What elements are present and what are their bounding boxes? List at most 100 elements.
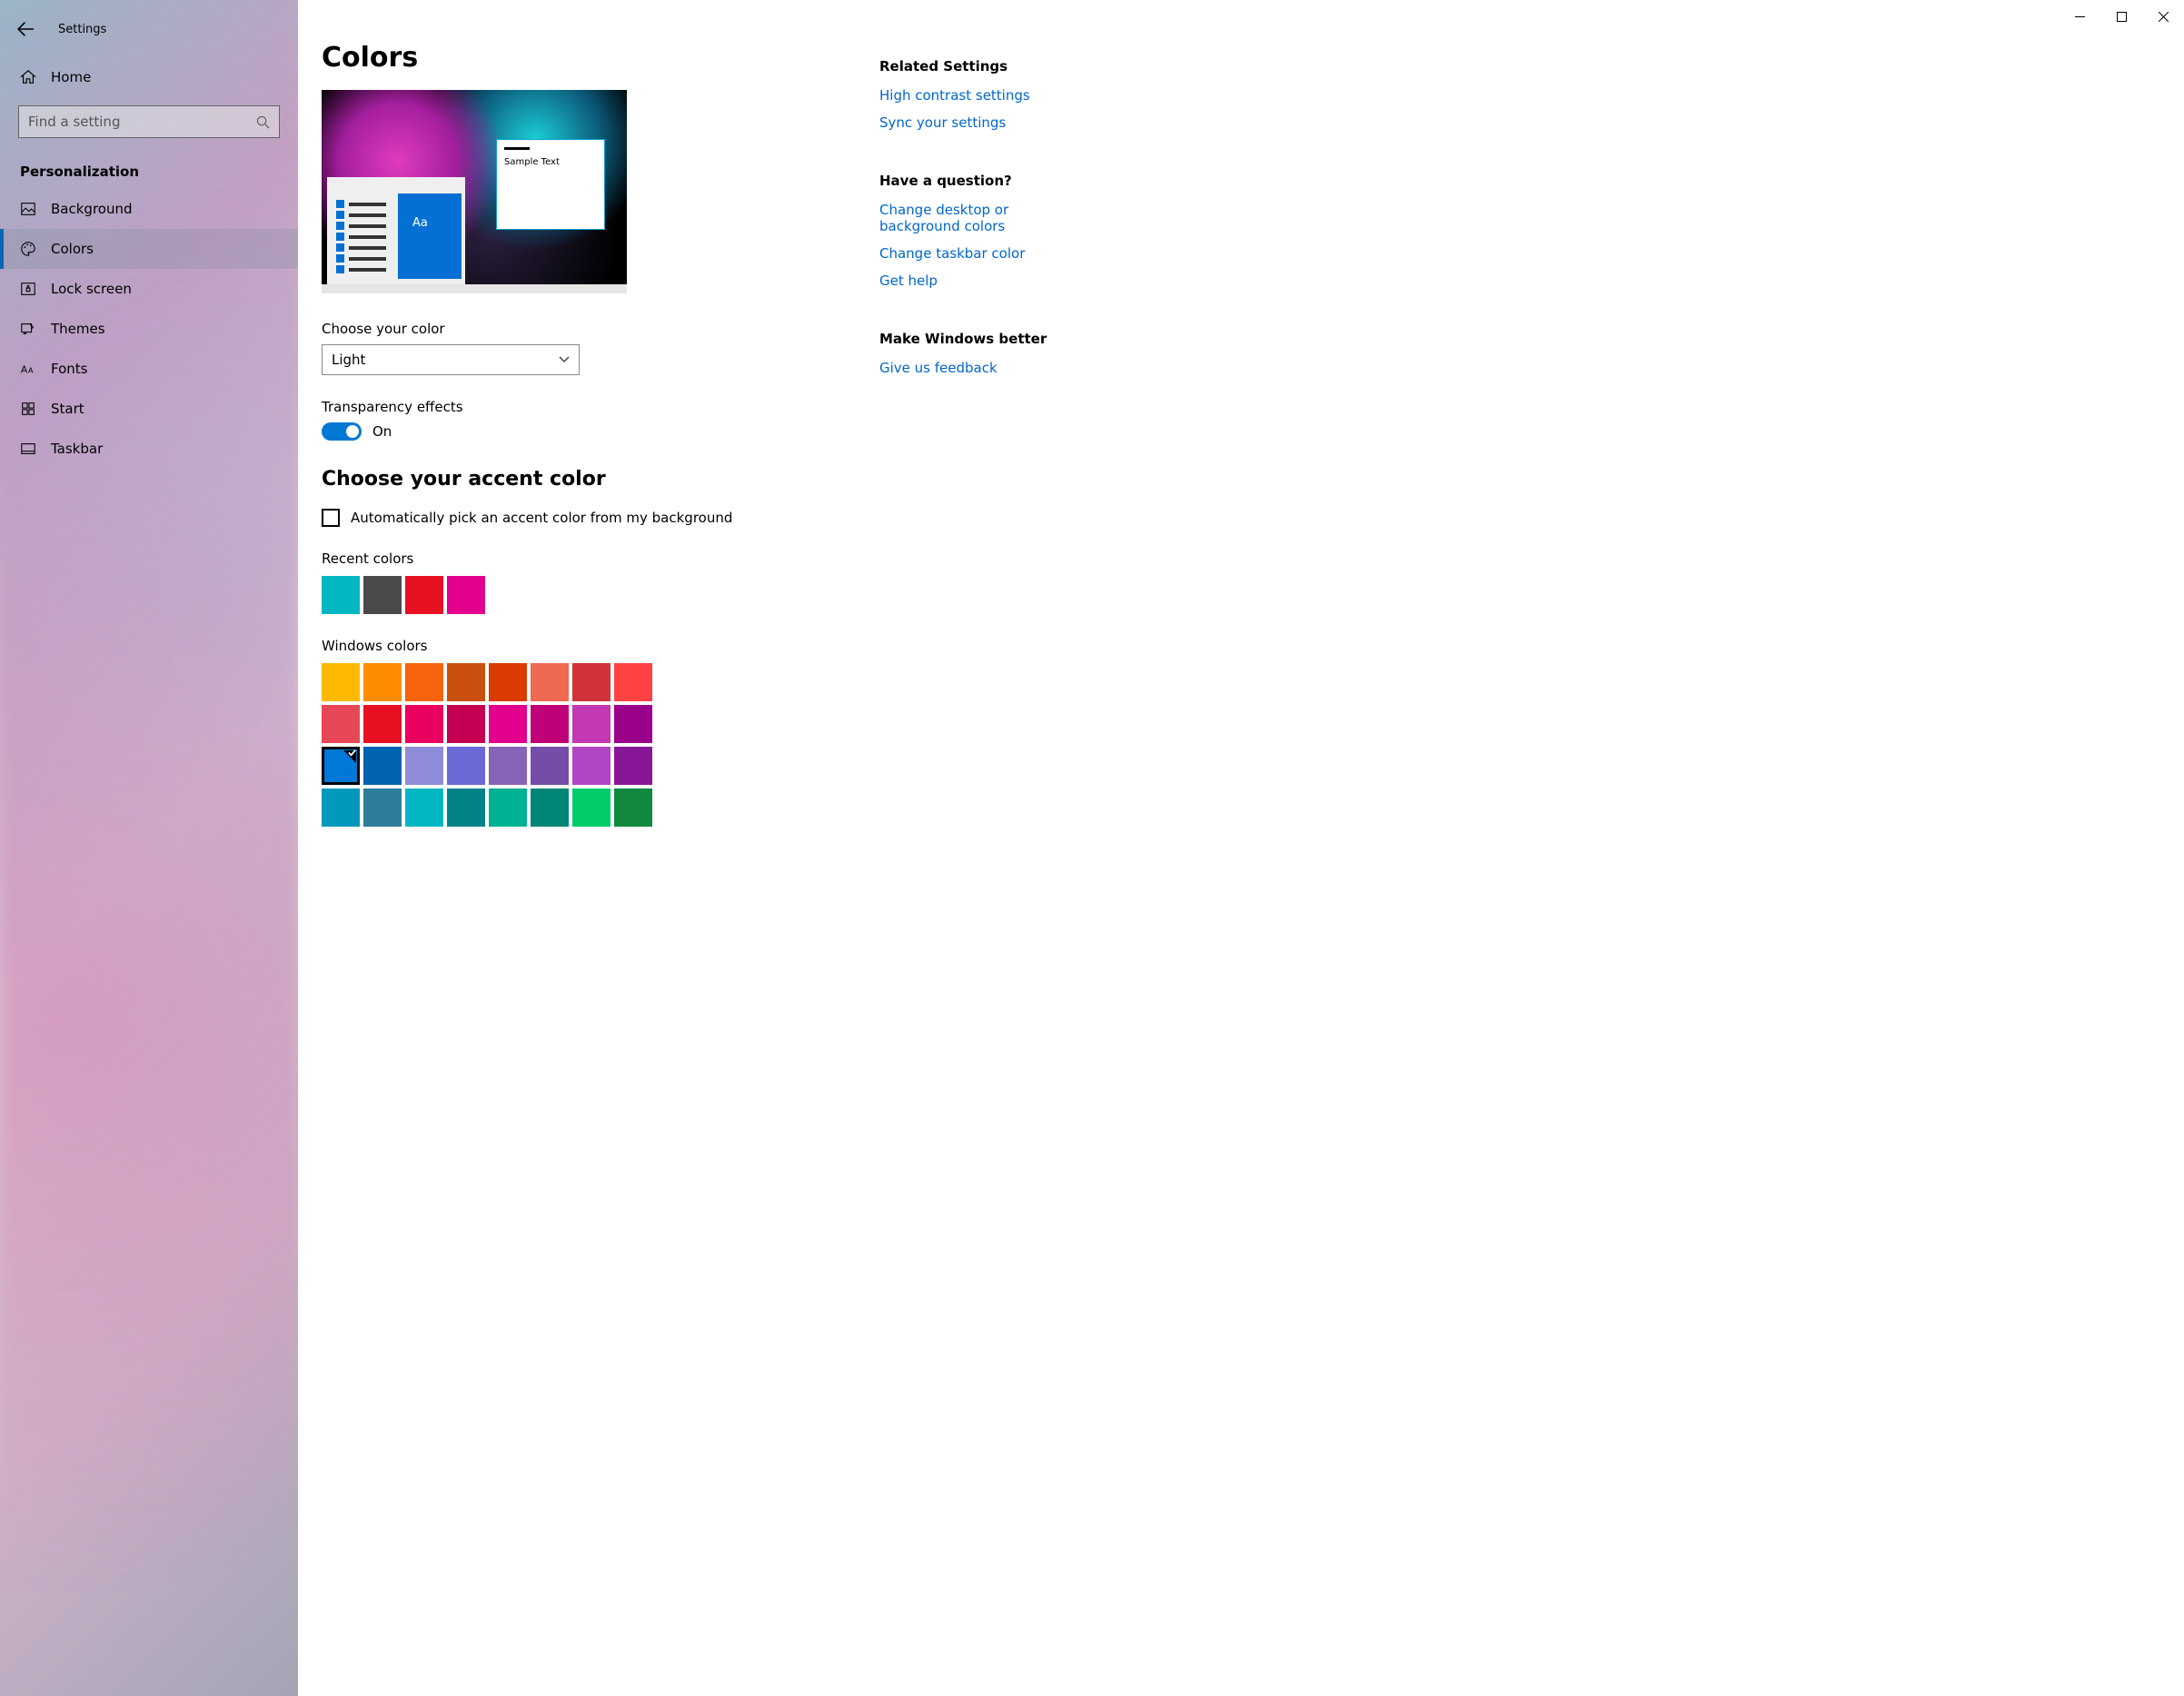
color-swatch[interactable] bbox=[614, 663, 652, 701]
choose-color-dropdown[interactable]: Light bbox=[322, 344, 580, 375]
color-swatch[interactable] bbox=[489, 705, 527, 743]
color-swatch[interactable] bbox=[405, 747, 443, 785]
preview-tiles bbox=[398, 193, 462, 279]
recent-colors-label: Recent colors bbox=[322, 550, 852, 567]
color-swatch[interactable] bbox=[572, 705, 611, 743]
color-swatch[interactable] bbox=[363, 788, 402, 827]
sidebar-item-label: Lock screen bbox=[51, 281, 132, 297]
themes-icon bbox=[20, 321, 36, 337]
sidebar: Settings Home Personalization Background… bbox=[0, 0, 298, 1696]
link-change-desktop-colors[interactable]: Change desktop or background colors bbox=[879, 202, 1088, 234]
color-swatch[interactable] bbox=[572, 663, 611, 701]
maximize-button[interactable] bbox=[2100, 0, 2142, 33]
sidebar-item-background[interactable]: Background bbox=[0, 189, 298, 229]
sidebar-item-label: Taskbar bbox=[51, 441, 103, 457]
back-button[interactable] bbox=[13, 16, 38, 42]
color-swatch[interactable] bbox=[447, 576, 485, 614]
main: Colors Sample Text Aa Choose your color … bbox=[298, 0, 2184, 1696]
color-swatch[interactable] bbox=[405, 663, 443, 701]
color-swatch[interactable] bbox=[531, 663, 569, 701]
sidebar-home-label: Home bbox=[51, 69, 91, 85]
search-input[interactable] bbox=[28, 114, 256, 130]
sidebar-item-colors[interactable]: Colors bbox=[0, 229, 298, 269]
sidebar-home[interactable]: Home bbox=[0, 58, 298, 96]
sidebar-item-label: Colors bbox=[51, 241, 94, 257]
svg-text:A: A bbox=[21, 364, 28, 376]
link-high-contrast[interactable]: High contrast settings bbox=[879, 87, 1088, 104]
windows-colors-grid bbox=[322, 663, 667, 827]
lockscreen-icon bbox=[20, 281, 36, 297]
color-swatch[interactable] bbox=[405, 576, 443, 614]
preview-aa: Aa bbox=[412, 216, 428, 230]
auto-accent-label: Automatically pick an accent color from … bbox=[351, 510, 732, 526]
feedback-heading: Make Windows better bbox=[879, 331, 2157, 347]
choose-color-label: Choose your color bbox=[322, 321, 852, 337]
color-swatch[interactable] bbox=[363, 663, 402, 701]
fonts-icon: AA bbox=[20, 361, 36, 377]
color-swatch[interactable] bbox=[322, 788, 360, 827]
color-swatch[interactable] bbox=[572, 747, 611, 785]
sidebar-item-fonts[interactable]: AA Fonts bbox=[0, 349, 298, 389]
minimize-icon bbox=[2075, 12, 2085, 22]
color-swatch[interactable] bbox=[447, 788, 485, 827]
close-button[interactable] bbox=[2142, 0, 2184, 33]
color-swatch[interactable] bbox=[447, 747, 485, 785]
sidebar-item-themes[interactable]: Themes bbox=[0, 309, 298, 349]
check-icon bbox=[347, 748, 357, 758]
color-swatch[interactable] bbox=[322, 747, 360, 785]
color-swatch[interactable] bbox=[405, 788, 443, 827]
color-preview: Sample Text Aa bbox=[322, 90, 627, 293]
link-sync-settings[interactable]: Sync your settings bbox=[879, 114, 1088, 131]
minimize-button[interactable] bbox=[2059, 0, 2100, 33]
color-swatch[interactable] bbox=[489, 788, 527, 827]
transparency-toggle[interactable] bbox=[322, 422, 362, 441]
sidebar-item-label: Themes bbox=[51, 321, 105, 337]
app-title: Settings bbox=[58, 23, 106, 36]
recent-colors-grid bbox=[322, 576, 685, 614]
search-box[interactable] bbox=[18, 105, 280, 138]
link-give-feedback[interactable]: Give us feedback bbox=[879, 360, 1088, 376]
start-icon bbox=[20, 401, 36, 417]
color-swatch[interactable] bbox=[531, 747, 569, 785]
palette-icon bbox=[20, 241, 36, 257]
page-title: Colors bbox=[322, 42, 852, 74]
color-swatch[interactable] bbox=[363, 747, 402, 785]
question-heading: Have a question? bbox=[879, 173, 2157, 189]
windows-colors-label: Windows colors bbox=[322, 638, 852, 654]
color-swatch[interactable] bbox=[614, 705, 652, 743]
search-icon bbox=[256, 115, 270, 129]
color-swatch[interactable] bbox=[322, 576, 360, 614]
sidebar-item-taskbar[interactable]: Taskbar bbox=[0, 429, 298, 469]
sidebar-item-label: Fonts bbox=[51, 361, 87, 377]
color-swatch[interactable] bbox=[489, 747, 527, 785]
sidebar-item-start[interactable]: Start bbox=[0, 389, 298, 429]
preview-taskbar bbox=[322, 284, 627, 293]
link-change-taskbar-color[interactable]: Change taskbar color bbox=[879, 245, 1088, 262]
color-swatch[interactable] bbox=[614, 747, 652, 785]
color-swatch[interactable] bbox=[531, 788, 569, 827]
color-swatch[interactable] bbox=[489, 663, 527, 701]
color-swatch[interactable] bbox=[531, 705, 569, 743]
color-swatch[interactable] bbox=[322, 663, 360, 701]
color-swatch[interactable] bbox=[572, 788, 611, 827]
preview-sample-text: Sample Text bbox=[504, 157, 604, 167]
chevron-down-icon bbox=[559, 354, 570, 365]
svg-text:A: A bbox=[28, 366, 34, 375]
related-settings-heading: Related Settings bbox=[879, 58, 2157, 74]
sidebar-item-lockscreen[interactable]: Lock screen bbox=[0, 269, 298, 309]
color-swatch[interactable] bbox=[322, 705, 360, 743]
transparency-label: Transparency effects bbox=[322, 399, 852, 415]
sidebar-item-label: Background bbox=[51, 201, 133, 217]
color-swatch[interactable] bbox=[447, 705, 485, 743]
color-swatch[interactable] bbox=[363, 705, 402, 743]
color-swatch[interactable] bbox=[405, 705, 443, 743]
home-icon bbox=[20, 69, 36, 85]
color-swatch[interactable] bbox=[614, 788, 652, 827]
back-arrow-icon bbox=[17, 21, 34, 37]
color-swatch[interactable] bbox=[363, 576, 402, 614]
link-get-help[interactable]: Get help bbox=[879, 273, 1088, 289]
close-icon bbox=[2159, 12, 2169, 22]
preview-window: Sample Text bbox=[496, 139, 605, 230]
auto-accent-checkbox[interactable] bbox=[322, 509, 340, 527]
color-swatch[interactable] bbox=[447, 663, 485, 701]
